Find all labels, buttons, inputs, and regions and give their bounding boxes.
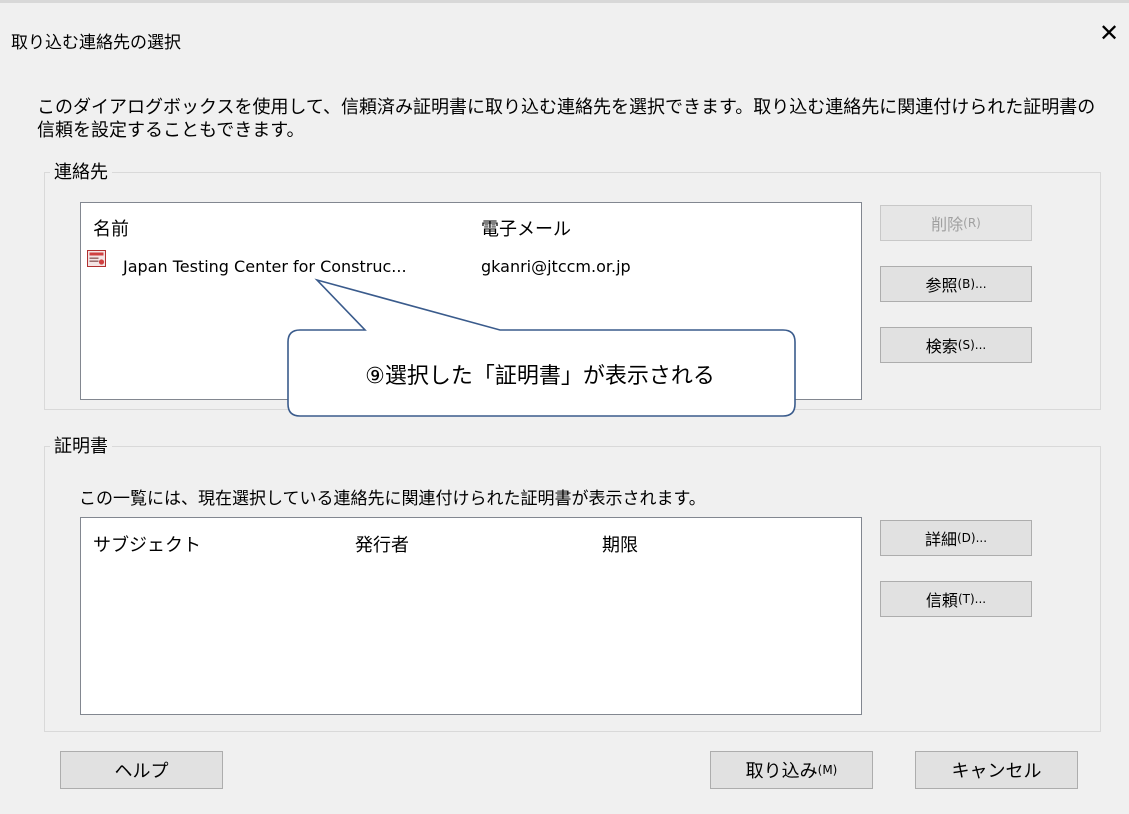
certificates-description: この一覧には、現在選択している連絡先に関連付けられた証明書が表示されます。 [79,489,706,509]
certificates-group-label: 証明書 [50,432,112,458]
certificates-column-issuer[interactable]: 発行者 [355,531,409,557]
details-button[interactable]: 詳細 (D)... [880,520,1032,556]
trust-button[interactable]: 信頼 (T)... [880,581,1032,617]
import-button[interactable]: 取り込み (M) [710,751,873,789]
certificates-column-subject[interactable]: サブジェクト [93,531,201,557]
certificates-column-expiry[interactable]: 期限 [602,531,638,557]
callout-text: ⑨選択した「証明書」が表示される [365,364,715,389]
cancel-button[interactable]: キャンセル [915,751,1078,789]
help-button[interactable]: ヘルプ [60,751,223,789]
